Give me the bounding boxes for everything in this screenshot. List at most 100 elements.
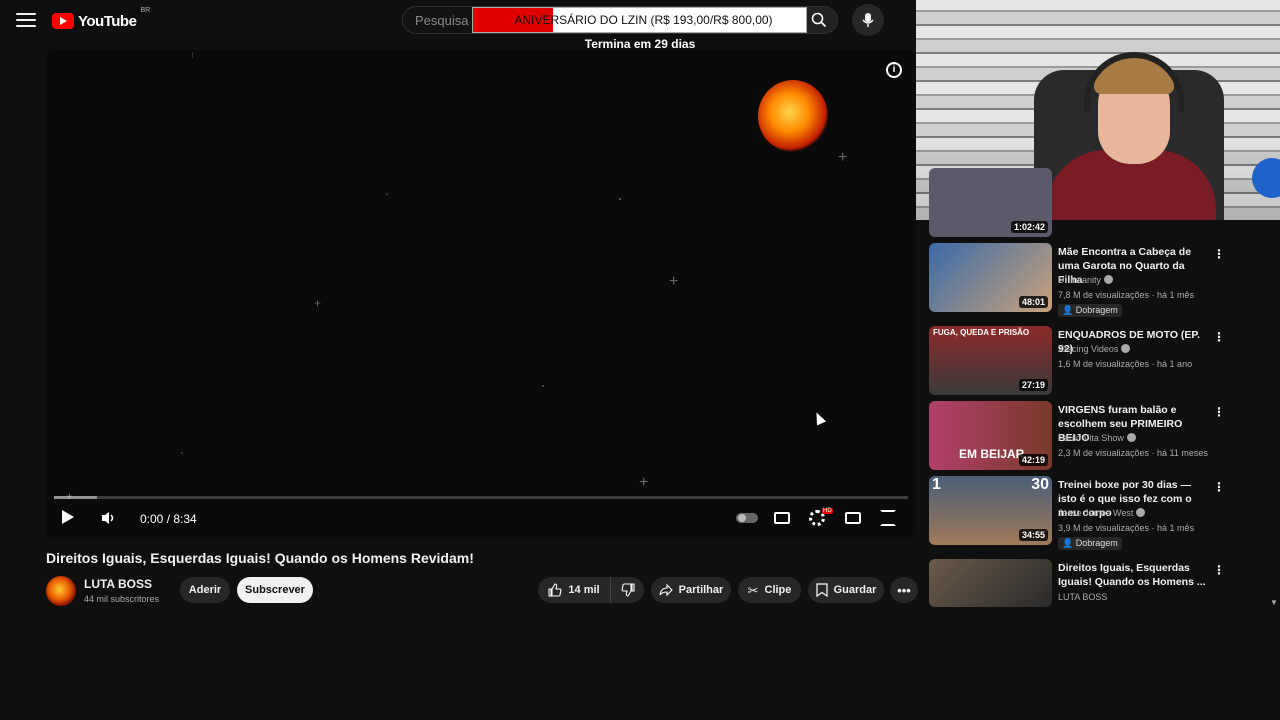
search-icon	[811, 12, 826, 28]
like-count: 14 mil	[568, 584, 600, 596]
volume-icon[interactable]	[100, 510, 116, 526]
thumbnail-text: FUGA, QUEDA E PRISÃO	[933, 328, 1030, 337]
subscribe-button[interactable]: Subscrever	[237, 577, 313, 603]
share-button[interactable]: Partilhar	[651, 577, 731, 603]
video-meta: 1,6 M de visualizações · há 1 ano	[1058, 359, 1193, 369]
donation-goal-text: ANIVERSÁRIO DO LZIN (R$ 193,00/R$ 800,00…	[514, 13, 773, 27]
decor-dot	[619, 198, 621, 200]
recommendation-partial[interactable]: 1:02:42	[929, 168, 1269, 238]
channel-watermark-logo	[758, 80, 828, 152]
channel-name: Xracing Videos	[1058, 344, 1131, 354]
progress-buffered	[54, 496, 97, 499]
dislike-button[interactable]	[610, 577, 644, 603]
channel-name[interactable]: LUTA BOSS	[84, 577, 152, 591]
recommendation-item[interactable]: 1 30 34:55 Treinei boxe por 30 dias — is…	[929, 476, 1269, 551]
clip-button[interactable]: ✂ Clipe	[738, 577, 801, 603]
quality-badge: HD	[822, 508, 833, 514]
voice-search-button[interactable]	[852, 4, 884, 36]
channel-name: LUTA BOSS	[1058, 592, 1108, 602]
thumbs-down-icon	[621, 583, 635, 597]
video-thumbnail: 1 30 34:55	[929, 476, 1052, 545]
progress-bar[interactable]	[54, 496, 908, 499]
video-duration: 48:01	[1018, 296, 1048, 308]
youtube-logo[interactable]: YouTube BR	[52, 7, 151, 32]
save-button[interactable]: Guardar	[808, 577, 884, 603]
more-vertical-icon[interactable]: ⋮	[1213, 247, 1225, 261]
video-duration: 42:19	[1018, 454, 1048, 466]
video-thumbnail	[929, 559, 1052, 607]
webcam-blue-object	[1252, 158, 1280, 198]
thumbs-up-icon	[548, 583, 562, 597]
scissors-icon: ✂	[747, 582, 759, 598]
like-button[interactable]: 14 mil	[538, 577, 610, 603]
thumbnail-text-right: 30	[1031, 476, 1049, 493]
recommendation-item[interactable]: 48:01 Mãe Encontra a Cabeça de uma Garot…	[929, 243, 1269, 318]
channel-name: Jesse James West	[1058, 508, 1146, 518]
recommendation-item[interactable]: FUGA, QUEDA E PRISÃO 27:19 ENQUADROS DE …	[929, 326, 1269, 396]
search-placeholder: Pesquisa	[415, 13, 469, 28]
more-vertical-icon[interactable]: ⋮	[1213, 405, 1225, 419]
menu-icon[interactable]	[14, 10, 38, 30]
donation-goal-banner: ANIVERSÁRIO DO LZIN (R$ 193,00/R$ 800,00…	[472, 7, 807, 33]
video-title: Direitos Iguais, Esquerdas Iguais! Quand…	[1058, 562, 1206, 588]
channel-name: Paulo Vita Show	[1058, 433, 1136, 443]
youtube-play-icon	[52, 13, 74, 29]
dubbed-badge: 👤 Dobragem	[1058, 304, 1122, 317]
autoplay-toggle[interactable]	[736, 513, 758, 523]
time-display: 0:00 / 8:34	[140, 512, 197, 526]
join-button[interactable]: Aderir	[180, 577, 230, 603]
verified-icon	[1136, 508, 1146, 517]
decor-cross: +	[639, 474, 649, 491]
more-vertical-icon[interactable]: ⋮	[1213, 330, 1225, 344]
clip-label: Clipe	[764, 584, 792, 596]
save-label: Guardar	[833, 584, 877, 596]
video-thumbnail: FUGA, QUEDA E PRISÃO 27:19	[929, 326, 1052, 395]
decor-dot	[181, 452, 183, 454]
video-duration: 1:02:42	[1010, 221, 1048, 233]
decor-cross: +	[838, 149, 848, 166]
headset-icon	[1084, 52, 1184, 112]
donation-time-remaining: Termina em 29 dias	[584, 37, 696, 51]
video-meta: 7,8 M de visualizações · há 1 mês	[1058, 290, 1195, 300]
decor-dot	[542, 385, 544, 387]
logo-text: YouTube	[78, 12, 137, 30]
more-horizontal-icon: •••	[897, 582, 911, 598]
video-thumbnail: 48:01	[929, 243, 1052, 312]
verified-icon	[1126, 433, 1136, 442]
video-duration: 34:55	[1018, 529, 1048, 541]
thumbnail-text-left: 1	[932, 476, 941, 493]
thumbnail-text: EM BEIJAR	[959, 447, 1025, 461]
more-vertical-icon[interactable]: ⋮	[1213, 480, 1225, 494]
dubbed-badge: 👤 Dobragem	[1058, 537, 1122, 550]
video-duration: 27:19	[1018, 379, 1048, 391]
decor-dot	[386, 193, 388, 195]
decor-line	[192, 52, 193, 58]
recommendation-item[interactable]: Direitos Iguais, Esquerdas Iguais! Quand…	[929, 559, 1269, 609]
share-icon	[659, 583, 673, 597]
decor-cross: +	[314, 296, 322, 310]
recommendation-item[interactable]: EM BEIJAR 42:19 VIRGENS furam balão e es…	[929, 401, 1269, 471]
decor-cross: +	[669, 273, 679, 290]
miniplayer-icon[interactable]	[845, 512, 861, 524]
video-title: Direitos Iguais, Esquerdas Iguais! Quand…	[46, 550, 474, 566]
channel-name: Dr Insanity	[1058, 275, 1114, 285]
country-code: BR	[140, 7, 151, 14]
mouse-cursor-icon	[811, 410, 827, 426]
subtitles-icon[interactable]	[774, 512, 790, 524]
share-label: Partilhar	[678, 584, 724, 596]
video-thumbnail: EM BEIJAR 42:19	[929, 401, 1052, 470]
scroll-down-arrow-icon[interactable]: ▼	[1270, 598, 1278, 607]
video-meta: 2,3 M de visualizações · há 11 meses	[1058, 448, 1208, 458]
video-meta: 3,9 M de visualizações · há 1 mês	[1058, 523, 1195, 533]
video-player[interactable]: + + + + + i 0:00 / 8:34 HD	[46, 50, 916, 540]
channel-avatar[interactable]	[46, 576, 76, 606]
fullscreen-icon[interactable]	[880, 510, 896, 526]
play-icon[interactable]	[62, 510, 74, 524]
video-thumbnail: 1:02:42	[929, 168, 1052, 237]
more-actions-button[interactable]: •••	[890, 577, 918, 603]
subscriber-count: 44 mil subscritores	[84, 594, 160, 604]
info-icon[interactable]: i	[886, 62, 902, 78]
bookmark-icon	[815, 583, 828, 597]
more-vertical-icon[interactable]: ⋮	[1213, 563, 1225, 577]
microphone-icon	[862, 13, 874, 27]
